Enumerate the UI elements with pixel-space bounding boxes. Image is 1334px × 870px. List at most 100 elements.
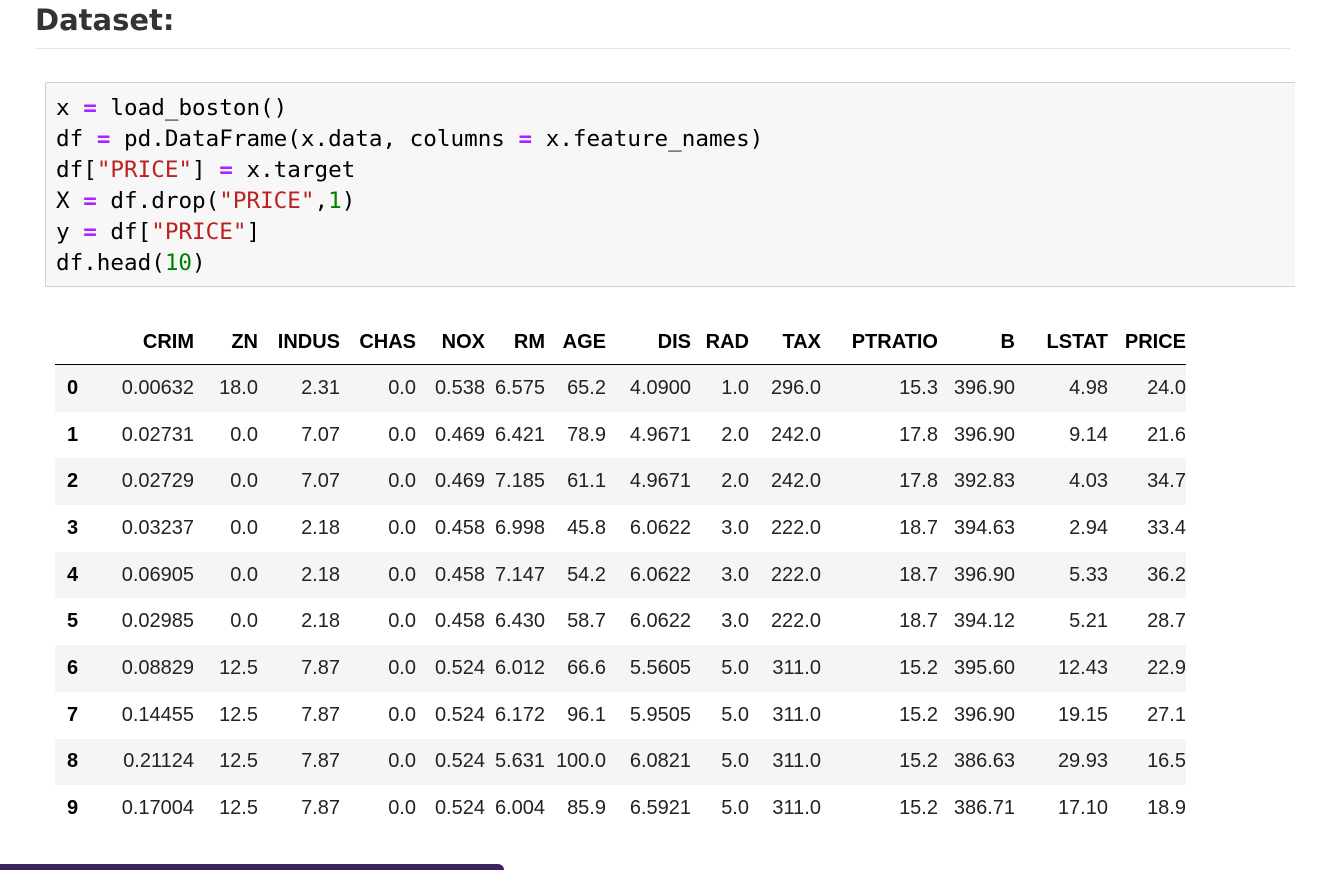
table-cell: 6.5921 [629,797,691,820]
table-cell: 1.0 [721,376,749,399]
table-cell: 0.14455 [121,703,194,726]
table-cell: 4.0900 [629,376,691,399]
table-cell: 0.0 [388,656,416,679]
code-token: ] [192,157,220,183]
code-token: x.feature_names) [532,126,764,152]
table-cell: 2.31 [301,376,340,399]
code-line: df["PRICE"] = x.target [56,155,763,186]
table-cell: 0.0 [230,423,258,446]
table-cell: 311.0 [772,703,821,726]
table-cell: 7.87 [301,656,340,679]
table-cell: 2.0 [721,470,749,493]
column-header: CHAS [340,321,416,365]
table-cell: 7.87 [301,797,340,820]
table-cell: 0.0 [388,470,416,493]
column-header: INDUS [258,321,340,365]
table-cell: 6.004 [494,797,545,820]
column-header: LSTAT [1015,321,1108,365]
column-header: B [938,321,1015,365]
code-token: y [56,219,84,245]
row-index: 6 [67,656,79,679]
table-cell: 0.0 [388,750,416,773]
table-cell: 7.07 [301,470,340,493]
table-cell: 34.7 [1147,470,1186,493]
table-cell: 0.524 [434,703,485,726]
section-heading: Dataset: [35,3,175,37]
table-cell: 0.538 [434,376,485,399]
table-cell: 5.631 [494,750,545,773]
row-index: 3 [67,516,79,539]
table-cell: 7.87 [301,703,340,726]
table-cell: 2.18 [301,610,340,633]
table-cell: 5.9505 [629,703,691,726]
table-cell: 0.0 [388,376,416,399]
column-header: DIS [606,321,691,365]
code-line: X = df.drop("PRICE",1) [56,186,763,217]
table-cell: 394.63 [953,516,1015,539]
table-cell: 396.90 [953,423,1015,446]
code-token: ) [192,250,206,276]
code-token: "PRICE" [219,188,315,214]
row-index: 0 [67,376,79,399]
table-cell: 19.15 [1057,703,1108,726]
column-header: NOX [416,321,485,365]
code-token: "PRICE" [151,219,247,245]
table-cell: 0.02985 [121,610,194,633]
code-token: df[ [96,219,152,245]
table-cell: 0.0 [388,703,416,726]
bottom-banner-edge [0,864,504,870]
table-cell: 45.8 [567,516,606,539]
code-cell[interactable]: x = load_boston() df = pd.DataFrame(x.dat… [45,82,1295,287]
code-line: y = df["PRICE"] [56,217,763,248]
table-row: 3 0.03237 0.0 2.18 0.0 0.458 6.998 45.8 6.0622 3.… [55,505,1186,552]
code-token: df[ [56,157,97,183]
table-cell: 2.94 [1069,516,1108,539]
table-cell: 15.2 [899,656,938,679]
code-token: 1 [328,188,342,214]
row-index: 8 [67,750,79,773]
column-header: AGE [545,321,606,365]
code-token: load_boston() [96,95,288,121]
table-row: 6 0.08829 12.5 7.87 0.0 0.524 6.012 66.6 5.5605 5… [55,645,1186,692]
table-cell: 4.98 [1069,376,1108,399]
table-cell: 15.3 [899,376,938,399]
table-cell: 6.575 [494,376,545,399]
table-cell: 0.458 [434,610,485,633]
code-token: = [83,188,97,214]
row-index: 7 [67,703,79,726]
table-cell: 7.185 [494,470,545,493]
table-cell: 17.8 [899,423,938,446]
table-cell: 0.469 [434,470,485,493]
table-cell: 0.524 [434,656,485,679]
code-block: x = load_boston() df = pd.DataFrame(x.dat… [56,93,763,279]
table-cell: 15.2 [899,750,938,773]
code-line: x = load_boston() [56,93,763,124]
table-cell: 0.0 [230,610,258,633]
code-line: df = pd.DataFrame(x.data, columns = x.fe… [56,124,763,155]
table-cell: 5.5605 [629,656,691,679]
table-cell: 0.0 [388,563,416,586]
table-cell: 0.458 [434,563,485,586]
table-header-row: CRIM ZN INDUS CHAS NOX RM AGE DIS RAD TAX PTRATIO B… [55,321,1186,365]
code-token: df.drop( [96,188,220,214]
index-header [55,321,97,365]
table-cell: 0.02729 [121,470,194,493]
table-cell: 6.998 [494,516,545,539]
table-cell: 0.0 [388,797,416,820]
table-cell: 33.4 [1147,516,1186,539]
table-cell: 6.0622 [629,516,691,539]
table-cell: 100.0 [555,750,606,773]
table-row: 9 0.17004 12.5 7.87 0.0 0.524 6.004 85.9 6.5921 5… [55,785,1186,832]
table-cell: 61.1 [567,470,606,493]
row-index: 9 [67,797,79,820]
table-cell: 78.9 [567,423,606,446]
table-cell: 22.9 [1147,656,1186,679]
table-cell: 21.6 [1147,423,1186,446]
table-cell: 85.9 [567,797,606,820]
table-cell: 2.0 [721,423,749,446]
table-row: 5 0.02985 0.0 2.18 0.0 0.458 6.430 58.7 6.0622 3.… [55,598,1186,645]
table-cell: 222.0 [770,563,821,586]
table-cell: 18.7 [899,516,938,539]
code-token: = [219,157,233,183]
table-cell: 0.524 [434,750,485,773]
